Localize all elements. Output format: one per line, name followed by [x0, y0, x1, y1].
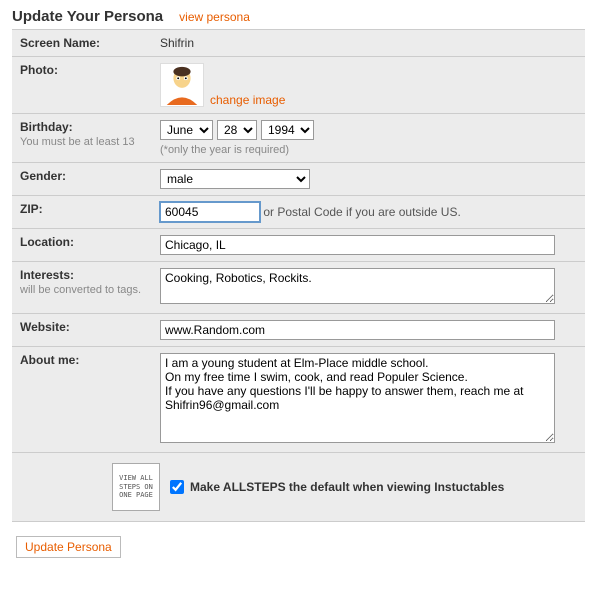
about-label: About me:	[20, 353, 79, 367]
birthday-day-select[interactable]: 28	[217, 120, 257, 140]
gender-select[interactable]: male	[160, 169, 310, 189]
interests-textarea[interactable]	[160, 268, 555, 304]
zip-input[interactable]	[160, 202, 260, 222]
screen-name-label: Screen Name:	[20, 36, 100, 50]
update-persona-button[interactable]: Update Persona	[16, 536, 121, 558]
birthday-note: (*only the year is required)	[160, 144, 577, 156]
interests-label: Interests:	[20, 268, 74, 282]
allsteps-label: Make ALLSTEPS the default when viewing I…	[190, 480, 504, 494]
about-textarea[interactable]	[160, 353, 555, 443]
birthday-sublabel: You must be at least 13	[20, 136, 160, 148]
birthday-year-select[interactable]: 1994	[261, 120, 314, 140]
zip-label: ZIP:	[20, 202, 43, 216]
view-persona-link[interactable]: view persona	[179, 10, 250, 24]
page-title: Update Your Persona	[12, 8, 163, 25]
website-input[interactable]	[160, 320, 555, 340]
avatar-image	[160, 63, 204, 107]
location-label: Location:	[20, 235, 74, 249]
gender-label: Gender:	[20, 169, 66, 183]
zip-hint: or Postal Code if you are outside US.	[263, 205, 460, 219]
birthday-label: Birthday:	[20, 120, 73, 134]
allsteps-badge: VIEW ALL STEPS ON ONE PAGE	[112, 463, 160, 511]
photo-label: Photo:	[20, 63, 58, 77]
screen-name-value: Shifrin	[160, 36, 194, 50]
birthday-month-select[interactable]: June	[160, 120, 213, 140]
allsteps-checkbox[interactable]	[170, 480, 184, 494]
change-image-link[interactable]: change image	[210, 93, 285, 107]
interests-sublabel: will be converted to tags.	[20, 284, 160, 296]
website-label: Website:	[20, 320, 70, 334]
location-input[interactable]	[160, 235, 555, 255]
